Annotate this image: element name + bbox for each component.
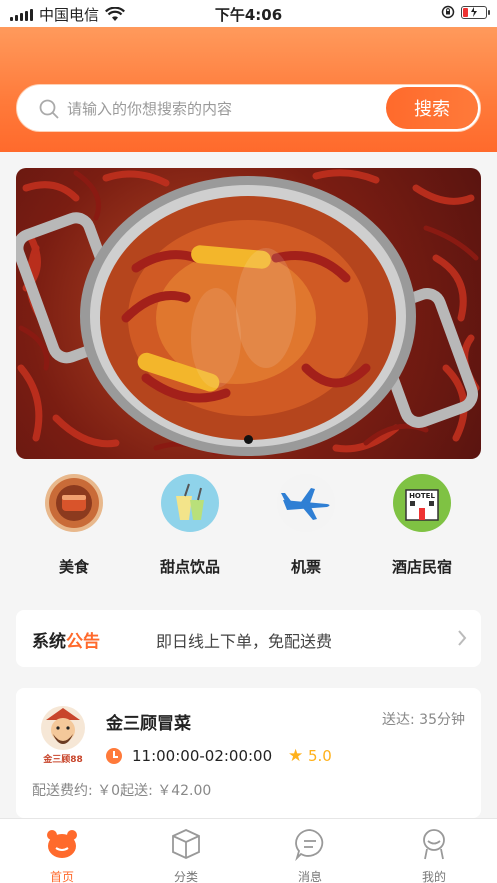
category-label: 酒店民宿 [391, 558, 452, 576]
shop-name: 金三顾冒菜 [106, 714, 191, 734]
shop-logo: 金三顾88 [41, 706, 85, 765]
tab-label: 分类 [173, 870, 198, 883]
shop-hours: 11:00:00-02:00:00 [132, 747, 273, 765]
category-label: 机票 [290, 558, 321, 576]
profile-icon [423, 829, 445, 860]
airplane-icon [277, 474, 335, 532]
delivery-time: 送达: 35分钟 [382, 709, 465, 729]
star-icon: ★ [288, 746, 304, 766]
rotation-lock-icon [441, 5, 455, 19]
status-bar: 中国电信 下午4:06 [0, 0, 497, 27]
battery-icon [461, 5, 490, 19]
tab-label: 我的 [421, 870, 446, 883]
clock-icon [106, 748, 122, 764]
shop-rating: 5.0 [308, 747, 332, 765]
drinks-icon [161, 474, 219, 532]
search-icon [39, 99, 59, 119]
status-time: 下午4:06 [214, 6, 283, 24]
bottom-tab-bar: 首页 分类 消息 我的 [0, 818, 497, 883]
delivery-label: 送达: [382, 712, 415, 728]
notice-title-part1: 系统 [32, 632, 66, 652]
search-input[interactable] [67, 97, 387, 121]
category-label: 美食 [58, 558, 89, 576]
carousel-indicator-dot[interactable] [244, 435, 253, 444]
system-notice[interactable]: 系统公告 即日线上下单，免配送费 [16, 610, 481, 667]
banner-carousel[interactable] [16, 168, 481, 459]
category-label: 甜点饮品 [159, 558, 220, 576]
tab-profile[interactable]: 我的 [394, 827, 474, 883]
category-grid: 美食 甜点饮品 机票 HOTEL 酒店民宿 [16, 474, 481, 584]
hotel-icon: HOTEL [393, 474, 451, 532]
search-button[interactable]: 搜索 [386, 87, 478, 129]
notice-title: 系统公告 [32, 627, 100, 652]
box-icon [172, 829, 200, 859]
category-food[interactable]: 美食 [16, 474, 132, 577]
tab-home[interactable]: 首页 [22, 827, 102, 883]
tab-messages[interactable]: 消息 [270, 827, 350, 883]
category-hotel[interactable]: HOTEL 酒店民宿 [364, 474, 480, 577]
category-flights[interactable]: 机票 [248, 474, 364, 577]
hotpot-banner-image [16, 169, 480, 456]
notice-title-part2: 公告 [66, 632, 100, 652]
chevron-right-icon [458, 630, 467, 646]
shop-card[interactable]: 金三顾88 金三顾冒菜 送达: 35分钟 11:00:00-02:00:00 ★… [16, 688, 481, 818]
tab-label: 消息 [297, 870, 322, 883]
shop-logo-text: 金三顾88 [42, 753, 83, 765]
home-bear-icon [47, 830, 77, 858]
tab-category[interactable]: 分类 [146, 827, 226, 883]
notice-text: 即日线上下单，免配送费 [156, 632, 333, 651]
header: 搜索 [0, 27, 497, 152]
tab-label: 首页 [49, 870, 74, 883]
hotel-sign-text: HOTEL [409, 492, 435, 500]
status-right [441, 5, 490, 19]
search-bar: 搜索 [16, 84, 481, 132]
delivery-fee: 配送费约: ￥0起送: ￥42.00 [32, 783, 212, 799]
delivery-time-value: 35分钟 [419, 712, 465, 728]
food-icon [45, 474, 103, 532]
message-icon [295, 829, 324, 862]
category-drinks[interactable]: 甜点饮品 [132, 474, 248, 577]
